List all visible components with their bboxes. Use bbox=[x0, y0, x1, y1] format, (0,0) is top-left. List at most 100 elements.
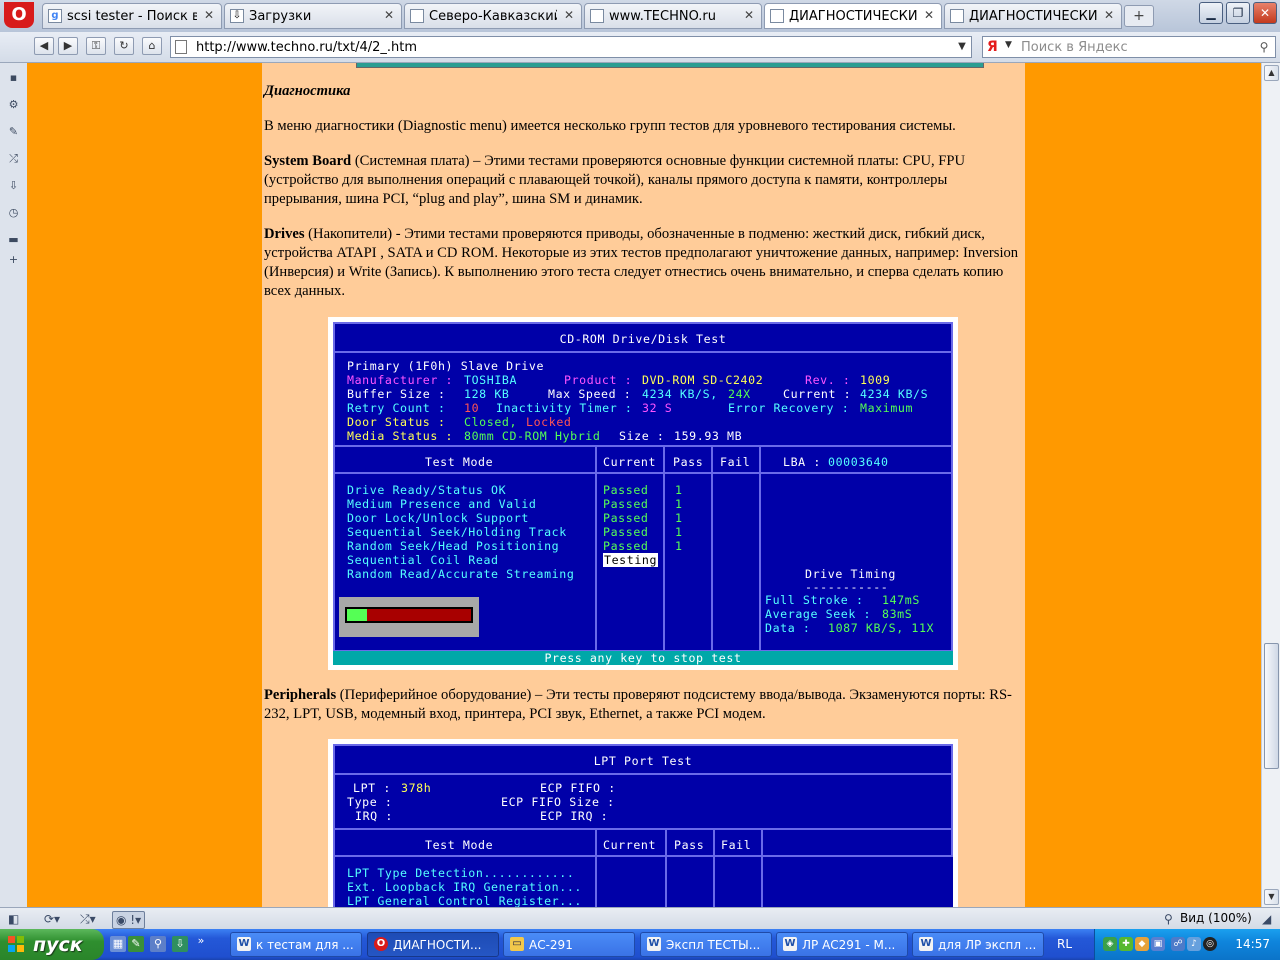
forward-button[interactable]: ▶ bbox=[58, 37, 78, 55]
back-button[interactable]: ◀ bbox=[34, 37, 54, 55]
tray-app-icon[interactable]: ◆ bbox=[1135, 937, 1149, 951]
volume-icon[interactable]: ♪ bbox=[1187, 937, 1201, 951]
bookmarks-icon[interactable]: ▪ bbox=[7, 71, 20, 84]
sync-icon[interactable]: ⟳▾ bbox=[44, 911, 60, 927]
widgets-icon[interactable]: ⚙ bbox=[7, 98, 20, 111]
tray-app-icon[interactable]: ✚ bbox=[1119, 937, 1133, 951]
windows-taskbar: пуск ▦ ✎ ⚲ ⇩ » W к тестам для ... O ДИАГ… bbox=[0, 929, 1280, 960]
chevron-down-icon[interactable]: ▼ bbox=[955, 39, 969, 55]
search-icon[interactable]: ⚲ bbox=[1256, 39, 1272, 55]
notes-icon[interactable]: ✎ bbox=[7, 125, 20, 138]
chevron-right-icon[interactable]: » bbox=[196, 933, 206, 949]
close-icon[interactable]: ✕ bbox=[1102, 8, 1116, 22]
data-rate-value: 1087 KB/S, 11X bbox=[828, 621, 935, 635]
close-icon[interactable]: ✕ bbox=[202, 8, 216, 22]
history-icon[interactable]: ◷ bbox=[7, 206, 20, 219]
close-icon[interactable]: ✕ bbox=[742, 8, 756, 22]
quick-launch-icon[interactable]: ✎ bbox=[128, 936, 144, 952]
panel-toggle-icon[interactable]: ◧ bbox=[8, 911, 19, 927]
folder-icon: ▭ bbox=[510, 937, 524, 951]
scroll-thumb[interactable] bbox=[1264, 643, 1279, 769]
windows-icon[interactable]: ▬ bbox=[7, 233, 20, 246]
drives-term: Drives bbox=[264, 226, 305, 242]
max-speed-x: 24X bbox=[728, 387, 751, 401]
clock[interactable]: 14:57 bbox=[1235, 937, 1270, 951]
pass-column bbox=[663, 445, 713, 652]
reload-button[interactable]: ↻ bbox=[114, 37, 134, 55]
tab-2[interactable]: ⇩ Загрузки ✕ bbox=[224, 3, 402, 29]
vertical-scrollbar[interactable]: ▲ ▼ bbox=[1261, 63, 1280, 907]
tab-6[interactable]: ДИАГНОСТИЧЕСКИЕ... ✕ bbox=[944, 3, 1122, 29]
tray-app-icon[interactable]: ◈ bbox=[1103, 937, 1117, 951]
ecp-irq-label: ECP IRQ : bbox=[540, 809, 609, 823]
tab-4[interactable]: www.TECHNO.ru ✕ bbox=[584, 3, 762, 29]
lpt-label: LPT : bbox=[353, 781, 391, 795]
task-word-2[interactable]: W Экспл ТЕСТЫ... bbox=[640, 932, 772, 957]
search-icon[interactable]: ⚲ bbox=[150, 936, 166, 952]
task-word-4[interactable]: W для ЛР экспл ... bbox=[912, 932, 1044, 957]
key-icon[interactable]: ⚿ bbox=[86, 37, 106, 55]
home-button[interactable]: ⌂ bbox=[142, 37, 162, 55]
scroll-down-button[interactable]: ▼ bbox=[1264, 889, 1279, 905]
tab-5-active[interactable]: ДИАГНОСТИЧЕСКИЕ... ✕ bbox=[764, 3, 942, 29]
tray-app-icon[interactable]: ☍ bbox=[1171, 937, 1185, 951]
address-text[interactable]: http://www.techno.ru/txt/4/2_.htm bbox=[196, 40, 417, 55]
error-recovery-label: Error Recovery : bbox=[728, 401, 850, 415]
close-icon[interactable]: ✕ bbox=[562, 8, 576, 22]
cdrom-title: CD-ROM Drive/Disk Test bbox=[559, 332, 727, 346]
task-word-3[interactable]: W ЛР АС291 - М... bbox=[776, 932, 908, 957]
tray-app-icon[interactable]: ◎ bbox=[1203, 937, 1217, 951]
col-test-mode: Test Mode bbox=[425, 838, 494, 852]
task-title: к тестам для ... bbox=[256, 938, 354, 952]
turbo-button[interactable]: ◉ !▾ bbox=[112, 911, 146, 929]
close-icon[interactable]: ✕ bbox=[382, 8, 396, 22]
test-current: Passed bbox=[603, 511, 649, 525]
search-field[interactable]: Я ▼ Поиск в Яндекс ⚲ bbox=[982, 36, 1276, 58]
tab-1[interactable]: g scsi tester - Поиск в... ✕ bbox=[42, 3, 222, 29]
progress-bar bbox=[345, 607, 473, 623]
page-icon bbox=[175, 40, 187, 54]
download-icon[interactable]: ⇩ bbox=[172, 936, 188, 952]
inactivity-value: 32 S bbox=[642, 401, 673, 415]
door-label: Door Status : bbox=[347, 415, 446, 429]
opera-menu-button[interactable]: O bbox=[0, 0, 38, 32]
test-name: Medium Presence and Valid bbox=[347, 497, 537, 511]
chevron-down-icon[interactable]: ▼ bbox=[1005, 40, 1012, 50]
article-column: Диагностика В меню диагностики (Diagnost… bbox=[262, 63, 1025, 907]
minimize-button[interactable]: ▁ bbox=[1199, 2, 1223, 24]
lpt-value: 378h bbox=[401, 781, 432, 795]
downloads-icon[interactable]: ⇩ bbox=[7, 179, 20, 192]
manufacturer-value: TOSHIBA bbox=[464, 373, 518, 387]
search-input[interactable]: Поиск в Яндекс bbox=[1021, 40, 1128, 55]
tab-title: Загрузки bbox=[249, 9, 312, 24]
task-folder[interactable]: ▭ АС-291 bbox=[503, 932, 635, 957]
start-button[interactable]: пуск bbox=[0, 929, 104, 960]
show-desktop-icon[interactable]: ▦ bbox=[110, 936, 126, 952]
zoom-level[interactable]: Вид (100%) bbox=[1180, 911, 1252, 925]
start-label: пуск bbox=[33, 934, 83, 956]
network-icon[interactable]: ▣ bbox=[1151, 937, 1165, 951]
zoom-icon[interactable]: ⚲ bbox=[1164, 911, 1173, 927]
maximize-button[interactable]: ❐ bbox=[1226, 2, 1250, 24]
current-speed-value: 4234 KB/S bbox=[860, 387, 929, 401]
size-value: 159.93 MB bbox=[674, 429, 743, 443]
address-field[interactable]: http://www.techno.ru/txt/4/2_.htm ▼ bbox=[170, 36, 972, 58]
test-pass: 1 bbox=[675, 483, 683, 497]
close-window-button[interactable]: ✕ bbox=[1253, 2, 1277, 24]
retry-value: 10 bbox=[464, 401, 480, 415]
tab-3[interactable]: Северо-Кавказский ... ✕ bbox=[404, 3, 582, 29]
close-icon[interactable]: ✕ bbox=[922, 8, 936, 22]
task-opera[interactable]: O ДИАГНОСТИ... bbox=[367, 932, 499, 957]
test-name: Sequential Coil Read bbox=[347, 553, 499, 567]
share-icon[interactable]: ⤮ bbox=[7, 152, 20, 165]
test-name: Door Lock/Unlock Support bbox=[347, 511, 529, 525]
scroll-up-button[interactable]: ▲ bbox=[1264, 65, 1279, 81]
new-tab-button[interactable]: + bbox=[1124, 5, 1154, 27]
lba-value: 00003640 bbox=[828, 455, 889, 469]
unite-icon[interactable]: ⤮▾ bbox=[80, 911, 96, 927]
add-panel-icon[interactable]: + bbox=[7, 253, 20, 266]
col-current: Current bbox=[603, 838, 657, 852]
task-title: АС-291 bbox=[529, 938, 573, 952]
task-word-1[interactable]: W к тестам для ... bbox=[230, 932, 362, 957]
language-indicator[interactable]: RL bbox=[1057, 937, 1072, 951]
